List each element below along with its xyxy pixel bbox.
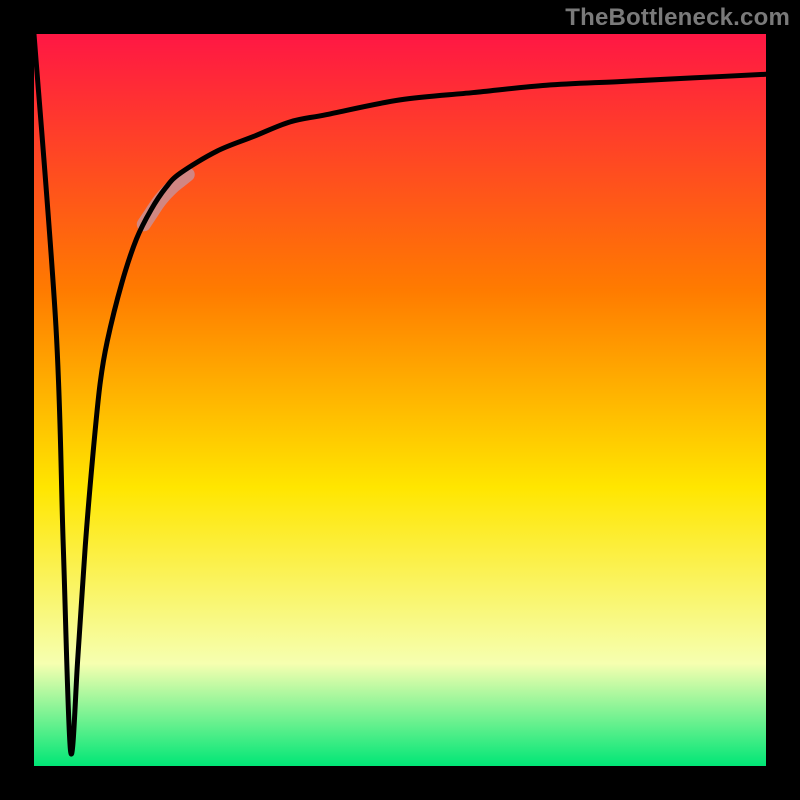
chart-container: TheBottleneck.com [0,0,800,800]
plot-area [34,34,766,766]
watermark-text: TheBottleneck.com [565,4,790,32]
bottleneck-chart [0,0,800,800]
